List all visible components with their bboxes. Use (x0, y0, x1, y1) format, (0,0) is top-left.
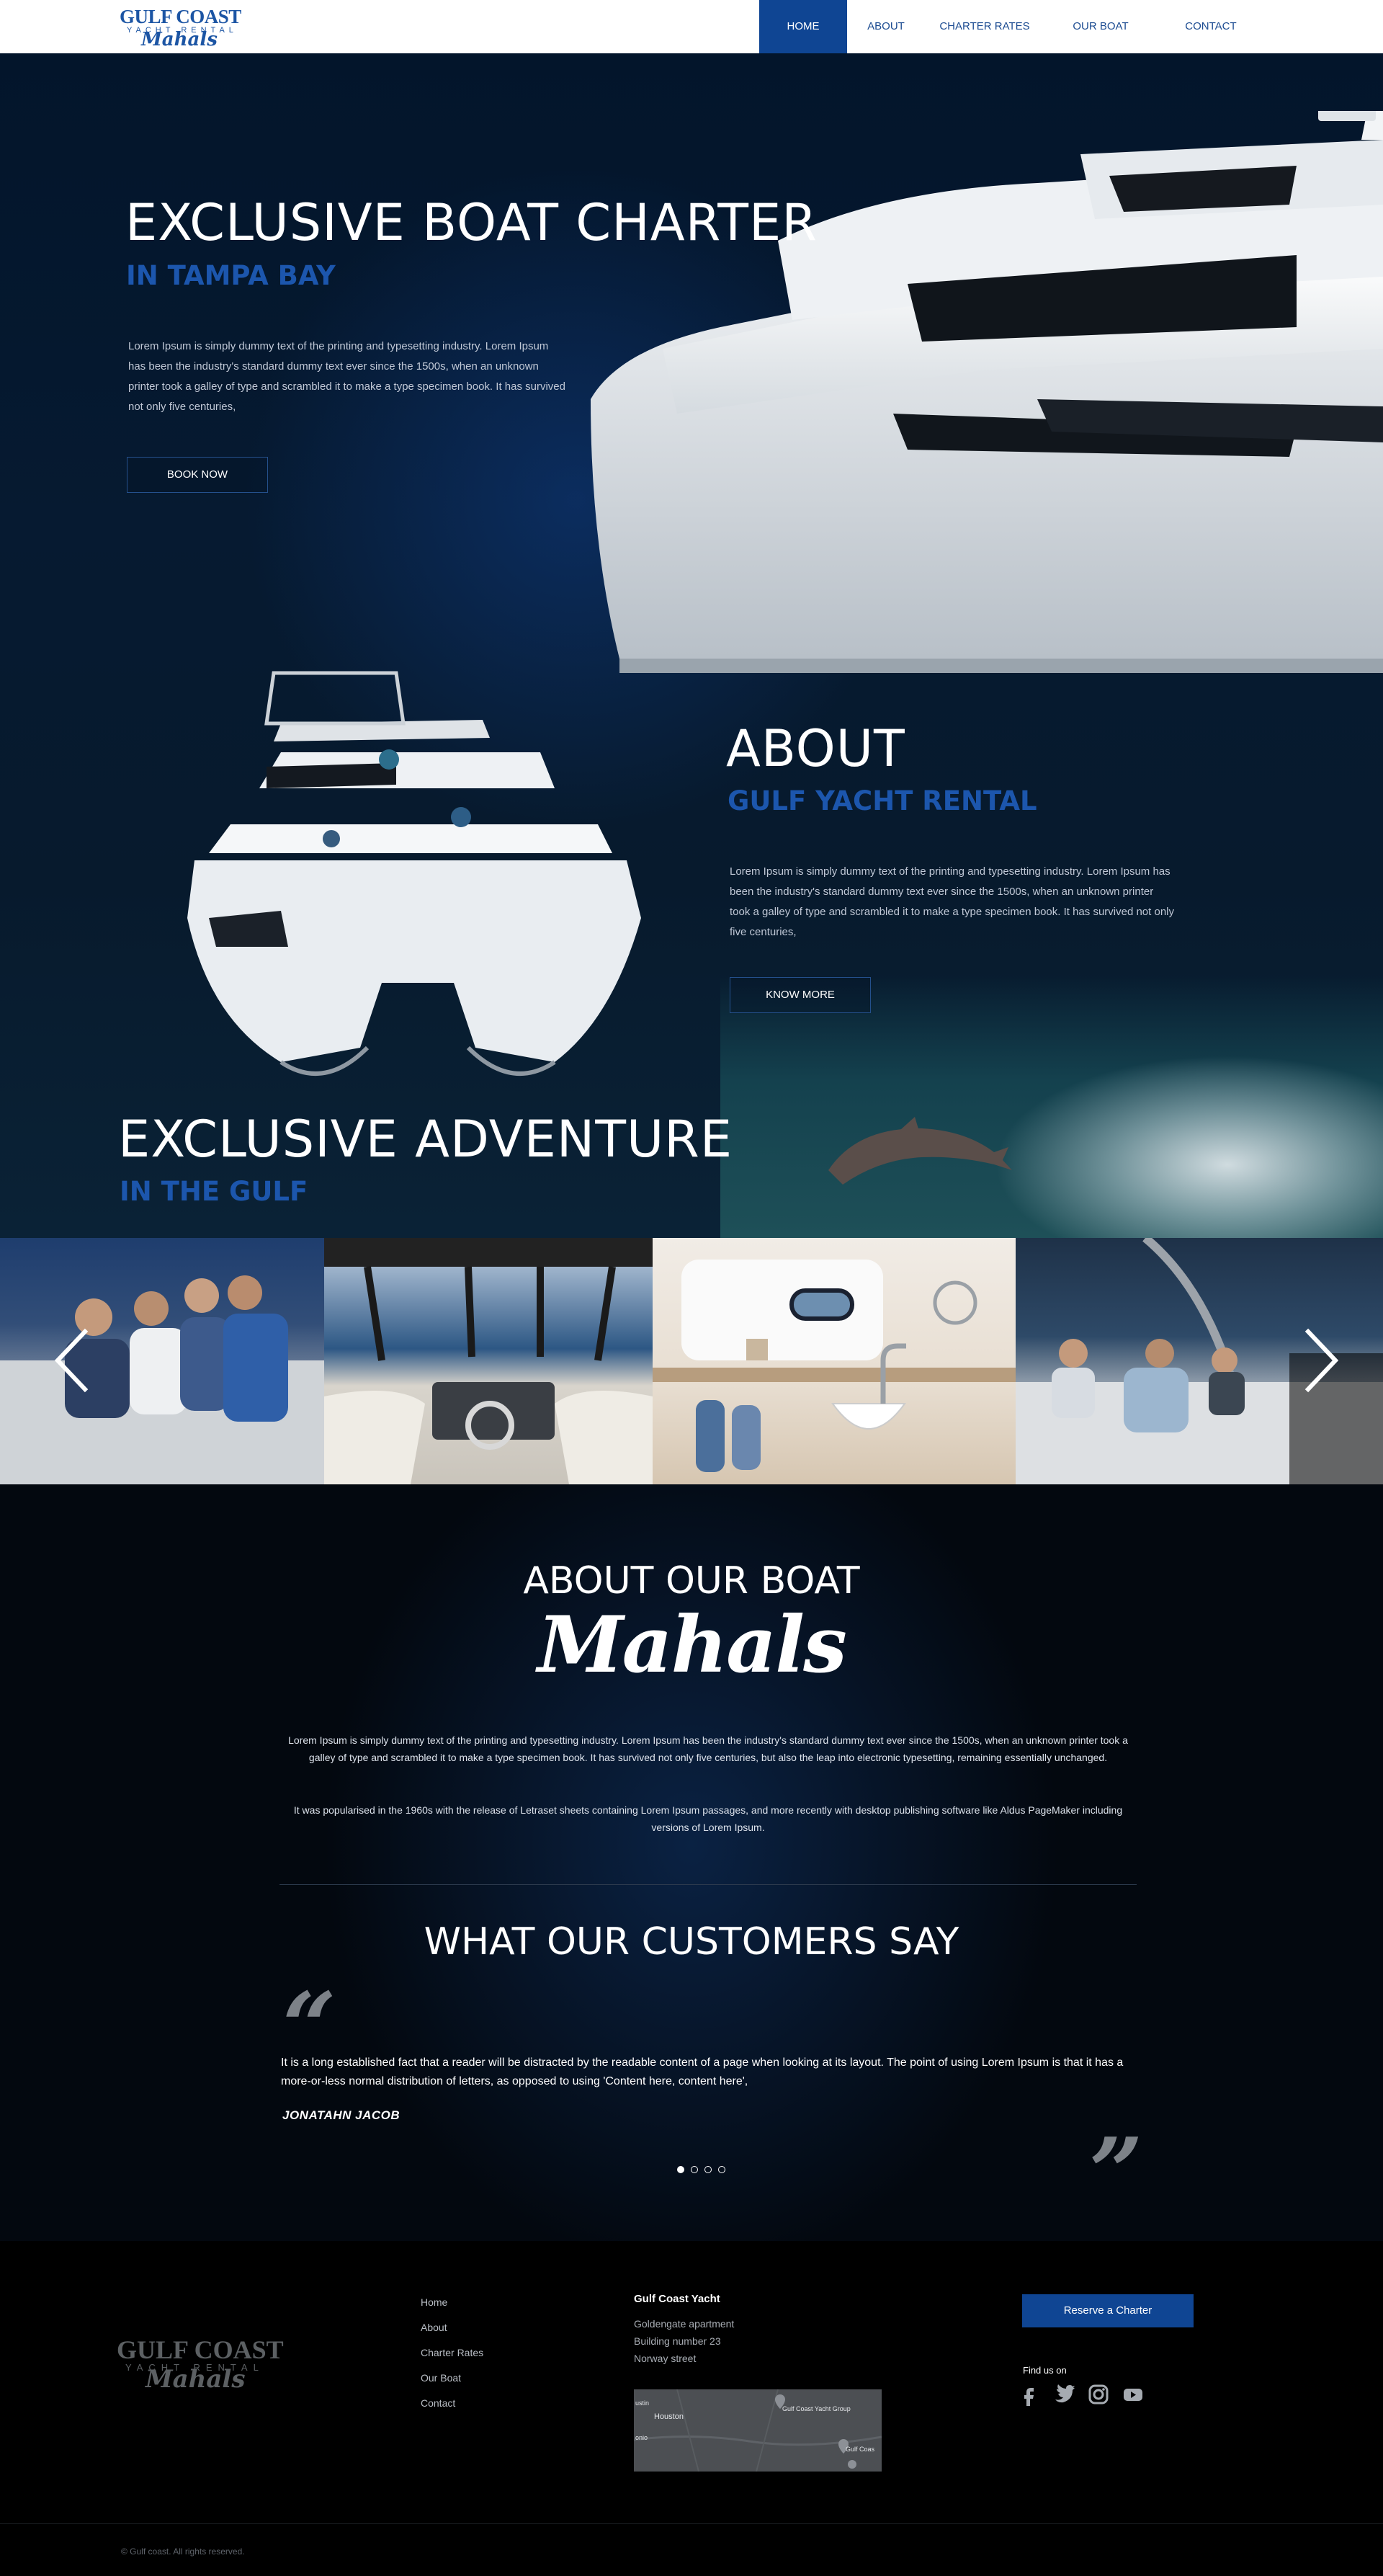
dolphin-image (828, 1117, 1012, 1185)
bathroom-photo (653, 1260, 1016, 1472)
footer-link-our-boat[interactable]: Our Boat (421, 2372, 483, 2397)
site-logo[interactable]: GULF COAST YACHT RENTAL Mahals (120, 4, 241, 50)
location-map[interactable]: Houston Gulf Coast Yacht Group Gulf Coas… (634, 2389, 882, 2472)
testimonial-quote: It is a long established fact that a rea… (281, 2056, 1124, 2087)
catamaran-image (187, 671, 641, 1076)
map-label: ustin (635, 2399, 650, 2407)
map-label: Houston (654, 2412, 684, 2421)
about-title: ABOUT (726, 719, 905, 778)
address-line: Norway street (634, 2353, 697, 2364)
pagination-dot[interactable] (704, 2166, 712, 2173)
about-our-boat-title: ABOUT OUR BOAT (523, 1559, 860, 1603)
footer-links: Home About Charter Rates Our Boat Contac… (421, 2296, 483, 2423)
gallery-photo-bathroom[interactable] (653, 1238, 1016, 1484)
nav-our-boat[interactable]: OUR BOAT (1044, 0, 1157, 53)
map-graphic (634, 2389, 882, 2472)
testimonials-title: WHAT OUR CUSTOMERS SAY (424, 1920, 959, 1964)
testimonial-pagination (677, 2166, 725, 2173)
about-our-boat-section: ABOUT OUR BOAT Mahals Lorem Ipsum is sim… (0, 1484, 1383, 2241)
close-quote-icon: ” (1089, 2117, 1143, 2227)
footer-link-charter-rates[interactable]: Charter Rates (421, 2347, 483, 2372)
chevron-left-icon[interactable] (49, 1324, 92, 1396)
gallery-photo-helm[interactable] (324, 1238, 653, 1484)
helm-photo (324, 1238, 653, 1484)
footer-logo-text-primary: GULF COAST (117, 2335, 284, 2364)
reserve-charter-button[interactable]: Reserve a Charter (1022, 2294, 1194, 2327)
know-more-button[interactable]: KNOW MORE (730, 977, 871, 1013)
map-label: onio (635, 2434, 648, 2441)
facebook-icon[interactable] (1017, 2382, 1042, 2407)
footer-logo[interactable]: GULF COAST YACHT RENTAL Mahals (117, 2335, 284, 2394)
logo-text-primary: GULF COAST (120, 6, 241, 27)
footer-logo-script: Mahals (146, 2365, 246, 2394)
hero-section: EXCLUSIVE BOAT CHARTER IN TAMPA BAY Lore… (0, 53, 1383, 1238)
find-us-label: Find us on (1023, 2365, 1067, 2376)
site-header: GULF COAST YACHT RENTAL Mahals HOME ABOU… (0, 0, 1383, 53)
boat-name-script: Mahals (537, 1600, 847, 1690)
hero-subtitle: IN TAMPA BAY (126, 260, 336, 291)
footer-divider (0, 2523, 1383, 2524)
adventure-title: EXCLUSIVE ADVENTURE (118, 1110, 733, 1169)
nav-charter-rates[interactable]: CHARTER RATES (925, 0, 1044, 53)
pagination-dot[interactable] (677, 2166, 684, 2173)
social-links (1017, 2382, 1145, 2407)
address-line: Goldengate apartment (634, 2318, 735, 2330)
about-boat-paragraph-2: It was popularised in the 1960s with the… (293, 1804, 1123, 1833)
testimonial-author: JONATAHN JACOB (282, 2108, 400, 2122)
instagram-icon[interactable] (1086, 2382, 1111, 2407)
pagination-dot[interactable] (718, 2166, 725, 2173)
nav-about[interactable]: ABOUT (847, 0, 925, 53)
hero-body-text: Lorem Ipsum is simply dummy text of the … (128, 340, 565, 413)
footer-link-home[interactable]: Home (421, 2296, 483, 2322)
footer-link-contact[interactable]: Contact (421, 2397, 483, 2423)
page: GULF COAST YACHT RENTAL Mahals HOME ABOU… (0, 0, 1383, 2576)
footer-link-about[interactable]: About (421, 2322, 483, 2347)
copyright-text: © Gulf coast. All rights reserved. (121, 2546, 245, 2557)
hero-title: EXCLUSIVE BOAT CHARTER (125, 193, 818, 252)
footer-address: Gulf Coast Yacht Goldengate apartment Bu… (634, 2293, 734, 2367)
section-divider (279, 1884, 1137, 1885)
nav-contact[interactable]: CONTACT (1157, 0, 1265, 53)
logo-script: Mahals (141, 29, 218, 50)
about-subtitle: GULF YACHT RENTAL (728, 785, 1037, 816)
photo-gallery (0, 1238, 1383, 1484)
company-name: Gulf Coast Yacht (634, 2293, 720, 2305)
adventure-subtitle: IN THE GULF (120, 1176, 308, 1207)
twitter-icon[interactable] (1052, 2382, 1076, 2407)
about-boat-paragraph-1: Lorem Ipsum is simply dummy text of the … (288, 1734, 1128, 1763)
map-label: Gulf Coast Yacht Group (782, 2405, 851, 2412)
book-now-button[interactable]: BOOK NOW (127, 457, 268, 493)
about-body-text: Lorem Ipsum is simply dummy text of the … (730, 865, 1174, 938)
nav-home[interactable]: HOME (759, 0, 847, 53)
address-line: Building number 23 (634, 2335, 721, 2347)
map-label: Gulf Coas (846, 2446, 875, 2453)
main-nav: HOME ABOUT CHARTER RATES OUR BOAT CONTAC… (759, 0, 1265, 53)
chevron-right-icon[interactable] (1301, 1324, 1344, 1396)
site-footer: GULF COAST YACHT RENTAL Mahals Home Abou… (0, 2241, 1383, 2576)
pagination-dot[interactable] (691, 2166, 698, 2173)
youtube-icon[interactable] (1121, 2382, 1145, 2407)
wake-foam (994, 1055, 1383, 1238)
